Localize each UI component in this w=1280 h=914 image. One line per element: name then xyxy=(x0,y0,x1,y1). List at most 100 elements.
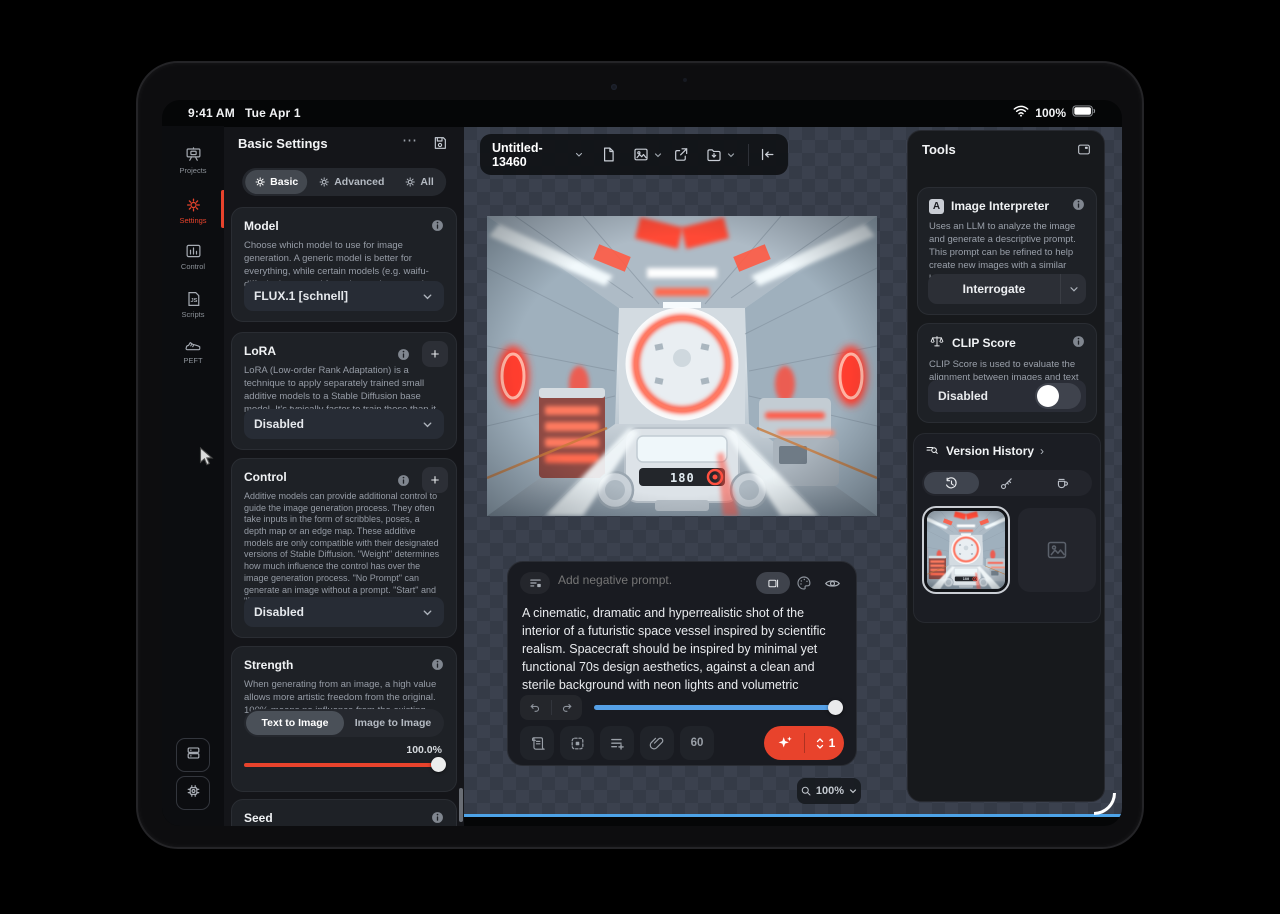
add-control-button[interactable]: + xyxy=(422,467,448,493)
zoom-control[interactable]: 100% xyxy=(797,778,861,804)
info-icon[interactable] xyxy=(397,474,410,487)
add-lora-button[interactable]: + xyxy=(422,341,448,367)
sidebar-item-label: Scripts xyxy=(162,310,224,319)
version-history-header[interactable]: Version History › xyxy=(924,444,1044,458)
canvas-bottom-edge xyxy=(464,814,1122,817)
redo-button[interactable] xyxy=(552,695,583,720)
sidebar-item-scripts[interactable]: JS Scripts xyxy=(162,290,224,319)
share-button[interactable] xyxy=(672,146,690,163)
info-icon[interactable] xyxy=(431,658,444,671)
undo-redo-group xyxy=(520,695,582,720)
style-palette-button[interactable] xyxy=(794,572,814,594)
document-toolbar: Untitled-13460 xyxy=(480,134,788,175)
tab-basic[interactable]: Basic xyxy=(245,170,307,194)
dropdown-value: FLUX.1 [schnell] xyxy=(254,289,348,303)
history-filter-segmented xyxy=(922,470,1092,496)
save-settings-button[interactable] xyxy=(432,135,448,156)
steps-badge[interactable]: 60 xyxy=(680,726,714,760)
new-document-icon xyxy=(600,146,617,163)
card-title: Version History xyxy=(946,444,1034,458)
sidebar-item-settings[interactable]: Settings xyxy=(162,196,224,225)
tab-advanced[interactable]: Advanced xyxy=(309,170,393,194)
card-title: CLIP Score xyxy=(952,336,1016,350)
info-icon[interactable] xyxy=(431,219,444,232)
new-document-button[interactable] xyxy=(600,146,617,163)
clip-score-toggle[interactable] xyxy=(1035,383,1081,409)
tab-all[interactable]: All xyxy=(395,170,442,194)
sidebar-item-peft[interactable]: PEFT xyxy=(162,336,224,365)
strength-card: Strength When generating from an image, … xyxy=(231,646,457,792)
sparkle-icon xyxy=(764,734,804,753)
key-tab[interactable] xyxy=(979,472,1034,494)
batch-count: 1 xyxy=(829,736,836,750)
version-thumbnail-empty[interactable] xyxy=(1018,508,1096,592)
selection-button[interactable] xyxy=(560,726,594,760)
save-to-project-button[interactable] xyxy=(705,146,736,163)
history-clock-icon xyxy=(944,476,959,491)
sidebar-item-projects[interactable]: Projects xyxy=(162,146,224,175)
mode-image-to-image[interactable]: Image to Image xyxy=(344,711,442,735)
toggle-knob xyxy=(1037,385,1059,407)
document-title-menu[interactable]: Untitled-13460 xyxy=(492,141,584,169)
panel-title: Basic Settings xyxy=(238,136,328,151)
sensor-dot xyxy=(683,78,687,82)
status-time: 9:41 AM xyxy=(188,106,235,120)
script-runner-button[interactable] xyxy=(520,726,554,760)
collapse-panel-button[interactable] xyxy=(759,146,776,163)
batch-count-stepper[interactable]: 1 xyxy=(805,736,844,751)
negative-prompt-input[interactable] xyxy=(558,573,708,587)
info-icon[interactable] xyxy=(1072,198,1085,214)
chevron-down-icon xyxy=(1068,283,1080,295)
mode-text-to-image[interactable]: Text to Image xyxy=(246,711,344,735)
generated-image[interactable] xyxy=(487,216,877,516)
ipad-device-frame: 9:41 AMTue Apr 1 100% xyxy=(136,61,1144,849)
scrollbar-thumb[interactable] xyxy=(459,788,463,822)
tools-panel: Tools A Image Interpreter Uses an LLM to… xyxy=(907,130,1105,802)
history-tab[interactable] xyxy=(924,472,979,494)
redo-icon xyxy=(560,701,574,714)
card-title: Control xyxy=(244,470,444,484)
teapot-tab[interactable] xyxy=(1035,472,1090,494)
version-thumbnail-selected[interactable] xyxy=(922,506,1010,594)
undo-button[interactable] xyxy=(520,695,551,720)
chip-icon xyxy=(185,783,202,804)
text-mode-button[interactable] xyxy=(756,572,790,594)
add-to-queue-button[interactable] xyxy=(600,726,634,760)
guidance-slider[interactable] xyxy=(594,705,836,710)
control-card: Control + Additive models can provide ad… xyxy=(231,458,457,638)
negative-prompt-button[interactable] xyxy=(520,572,550,594)
slider-knob[interactable] xyxy=(431,757,446,772)
info-icon[interactable] xyxy=(431,811,444,824)
sidebar-rail: Projects Settings xyxy=(162,126,224,826)
storage-button[interactable] xyxy=(176,738,210,772)
model-dropdown[interactable]: FLUX.1 [schnell] xyxy=(244,281,444,311)
chevron-down-icon xyxy=(421,606,434,619)
strength-mode-segmented: Text to Image Image to Image xyxy=(244,709,444,737)
collapse-left-icon xyxy=(759,146,776,163)
more-options-button[interactable]: ⋯ xyxy=(402,131,418,149)
card-title: LoRA xyxy=(244,344,444,358)
stage: 9:41 AMTue Apr 1 100% xyxy=(0,0,1280,914)
import-image-button[interactable] xyxy=(632,146,663,163)
clip-score-card: CLIP Score CLIP Score is used to evaluat… xyxy=(917,323,1097,423)
sidebar-item-control[interactable]: Control xyxy=(162,242,224,271)
attach-button[interactable] xyxy=(640,726,674,760)
generate-button[interactable]: 1 xyxy=(764,726,844,760)
chevron-down-icon xyxy=(421,290,434,303)
zoom-level: 100% xyxy=(816,785,844,797)
chevron-right: › xyxy=(1040,444,1044,458)
projects-icon xyxy=(162,146,224,164)
interrogate-button[interactable]: Interrogate xyxy=(928,274,1086,304)
lora-dropdown[interactable]: Disabled xyxy=(244,409,444,439)
info-icon[interactable] xyxy=(397,348,410,361)
control-dropdown[interactable]: Disabled xyxy=(244,597,444,627)
chevron-down-icon xyxy=(653,150,663,160)
compute-units-button[interactable] xyxy=(176,776,210,810)
teacup-icon xyxy=(1055,476,1070,491)
panel-toggle-button[interactable] xyxy=(1076,142,1092,162)
strength-slider[interactable] xyxy=(244,763,444,767)
interrogate-options-button[interactable] xyxy=(1060,274,1086,304)
slider-knob[interactable] xyxy=(828,700,843,715)
preview-button[interactable] xyxy=(820,572,844,594)
info-icon[interactable] xyxy=(1072,335,1085,351)
